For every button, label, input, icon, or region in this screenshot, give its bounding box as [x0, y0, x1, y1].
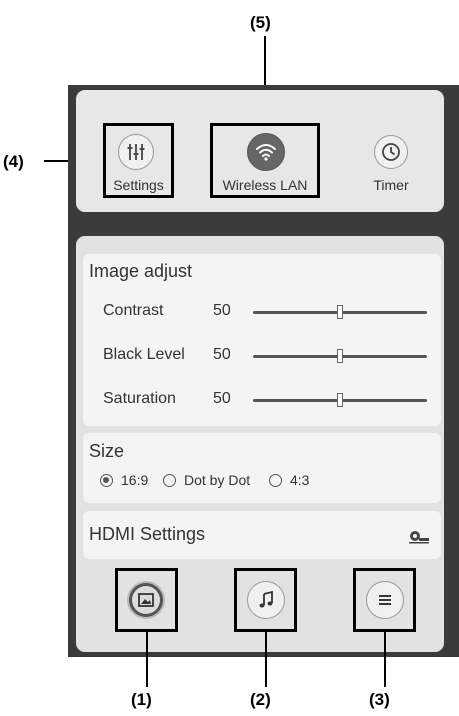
saturation-slider[interactable]: [253, 393, 427, 407]
wifi-icon: [256, 144, 276, 161]
contrast-label: Contrast: [103, 302, 164, 319]
timer-label: Timer: [373, 177, 409, 193]
saturation-slider-thumb[interactable]: [337, 393, 343, 407]
contrast-slider[interactable]: [253, 305, 427, 319]
black-level-value: 50: [213, 346, 231, 363]
saturation-label: Saturation: [103, 390, 176, 407]
size-option-4-3-radio[interactable]: [269, 474, 282, 487]
settings-label: Settings: [113, 177, 164, 193]
wireless-lan-label: Wireless LAN: [222, 177, 308, 193]
size-option-16-9-label: 16:9: [121, 472, 149, 488]
size-option-dot-by-dot-label: Dot by Dot: [184, 472, 251, 488]
callout-1-leader: [146, 632, 148, 687]
size-option-16-9-radio[interactable]: [100, 474, 113, 487]
callout-4: (4): [3, 152, 24, 171]
hdmi-settings-gear-icon[interactable]: [408, 529, 432, 545]
hdmi-settings-title: HDMI Settings: [89, 524, 206, 544]
settings-button[interactable]: [118, 134, 154, 170]
picture-mode-button[interactable]: [127, 581, 165, 619]
menu-icon: [379, 595, 391, 605]
callout-2-leader: [265, 632, 267, 687]
callout-1: (1): [131, 690, 152, 709]
black-level-label: Black Level: [103, 346, 185, 363]
callout-5: (5): [250, 13, 271, 32]
image-adjust-title: Image adjust: [89, 261, 193, 281]
callout-3-leader: [384, 632, 386, 687]
audio-button[interactable]: [247, 581, 285, 619]
size-section: [83, 433, 441, 503]
callout-3: (3): [369, 690, 390, 709]
contrast-slider-thumb[interactable]: [337, 305, 343, 319]
black-level-slider-thumb[interactable]: [337, 349, 343, 363]
size-option-4-3-label: 4:3: [290, 472, 310, 488]
black-level-slider[interactable]: [253, 349, 427, 363]
size-title: Size: [89, 441, 125, 461]
menu-button[interactable]: [366, 581, 404, 619]
contrast-value: 50: [213, 302, 231, 319]
callout-2: (2): [250, 690, 271, 709]
sliders-icon: [127, 144, 145, 160]
clock-icon: [382, 143, 400, 161]
saturation-value: 50: [213, 390, 231, 407]
picture-icon: [138, 593, 154, 607]
music-note-icon: [259, 591, 273, 608]
size-option-dot-by-dot-radio[interactable]: [163, 474, 176, 487]
wireless-lan-button[interactable]: [247, 133, 285, 171]
timer-button[interactable]: [374, 135, 408, 169]
